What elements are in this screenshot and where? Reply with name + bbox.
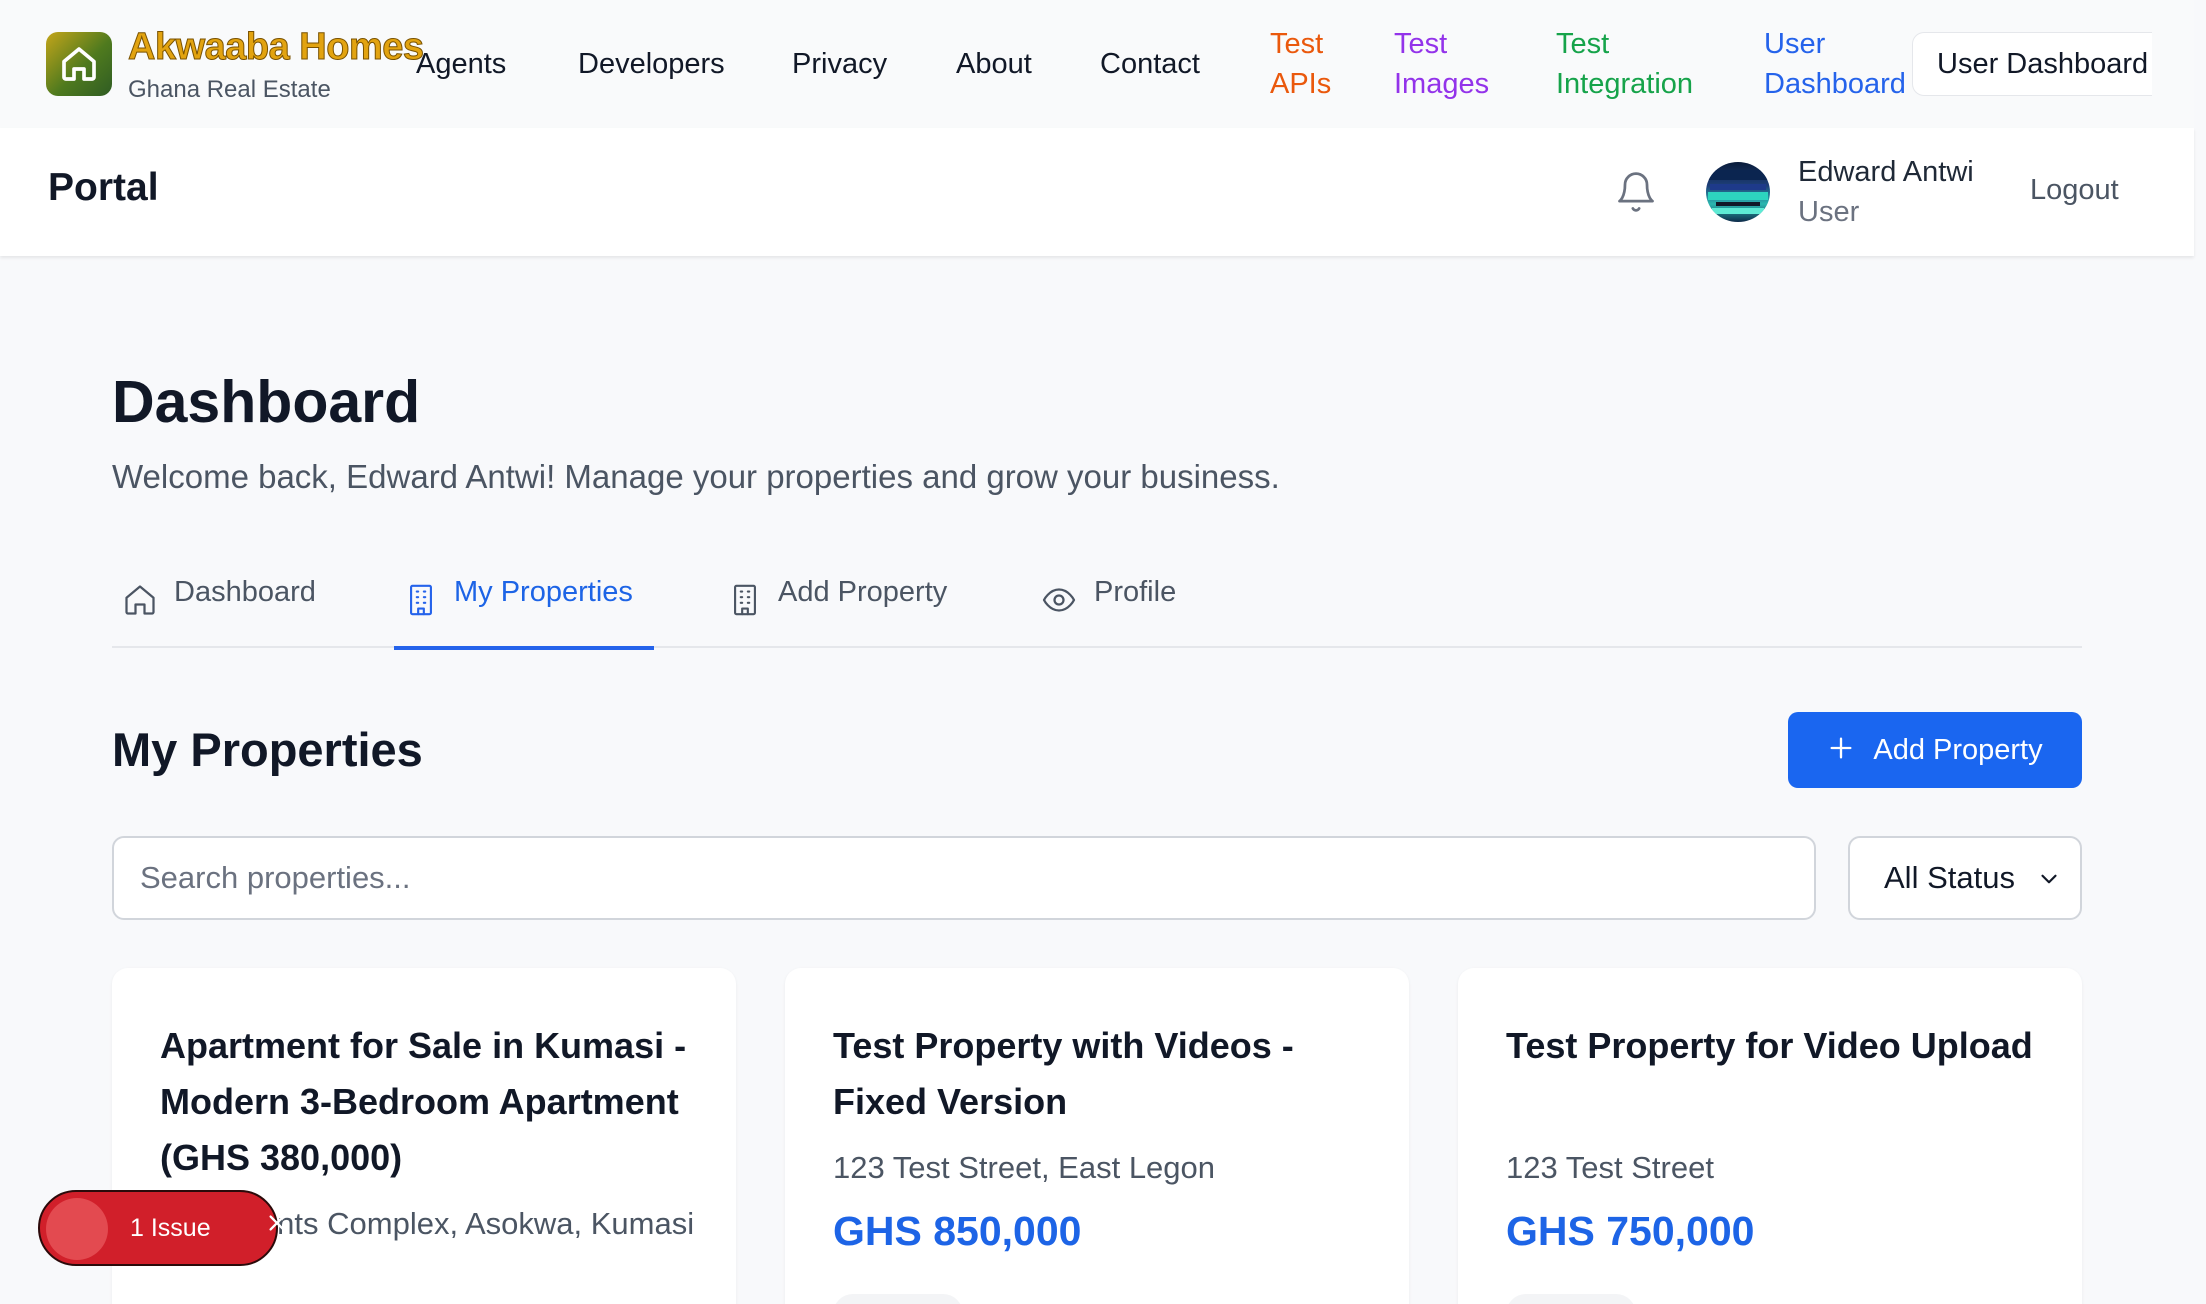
property-title[interactable]: Test Property for Video Upload [1506,1018,2046,1074]
nav-test-integration-line1: Test [1556,28,1610,60]
nav-developers[interactable]: Developers [578,44,725,84]
section-title: My Properties [112,723,423,776]
close-icon[interactable] [266,1210,288,1240]
tab-dashboard[interactable]: Dashboard [122,576,316,648]
eye-icon [1042,588,1076,612]
home-logo-icon[interactable] [46,32,112,96]
property-card[interactable]: Test Property with Videos - Fixed Versio… [785,968,1409,1304]
status-filter-select[interactable]: All Status [1848,836,2082,920]
nav-test-images-line2: Images [1394,68,1490,100]
nav-test-images[interactable]: Test Images [1394,24,1489,104]
user-name: Edward Antwi [1798,156,1974,188]
issue-badge[interactable]: 1 Issue [38,1190,285,1266]
tab-profile-label: Profile [1094,576,1177,608]
property-title[interactable]: Test Property with Videos - Fixed Versio… [833,1018,1373,1130]
property-card[interactable]: Test Property for Video Upload 123 Test … [1458,968,2082,1304]
nav-contact[interactable]: Contact [1100,44,1200,84]
top-navigation: Akwaaba Homes Ghana Real Estate Agents D… [0,0,2194,128]
nav-test-integration-line2: Integration [1556,68,1694,100]
nav-test-images-line1: Test [1394,28,1448,60]
page-title: Dashboard [112,369,421,435]
status-badge [833,1294,963,1304]
brand-tagline: Ghana Real Estate [128,76,331,103]
building-icon [734,584,756,616]
tab-bar: Dashboard My Properties Add Property Pro… [112,576,2082,650]
nav-test-integration[interactable]: Test Integration [1556,24,1693,104]
property-title[interactable]: Apartment for Sale in Kumasi - Modern 3-… [160,1018,700,1186]
issue-indicator [46,1198,108,1260]
nav-test-apis-line2: APIs [1270,68,1332,100]
add-property-button[interactable]: Add Property [1788,712,2082,788]
brand-name[interactable]: Akwaaba Homes [128,26,425,69]
bell-icon[interactable] [1614,168,1658,216]
nav-user-dashboard[interactable]: User Dashboard [1764,24,1906,104]
building-icon [410,584,432,616]
property-price: GHS 850,000 [833,1208,1082,1254]
tab-profile[interactable]: Profile [1040,576,1176,648]
tab-dashboard-label: Dashboard [174,576,316,608]
plus-icon [1827,731,1855,769]
page-subtitle: Welcome back, Edward Antwi! Manage your … [112,458,1280,495]
home-icon [125,585,155,615]
portal-header: Portal Edward Antwi User Logout [0,128,2194,256]
chevron-down-icon [2041,874,2057,884]
tab-add-property[interactable]: Add Property [728,576,947,648]
logout-button[interactable]: Logout [2030,174,2119,207]
tab-my-properties[interactable]: My Properties [394,576,654,650]
status-badge [1506,1294,1636,1304]
status-filter-value: All Status [1884,860,2015,895]
nav-test-apis-line1: Test [1270,28,1324,60]
nav-about[interactable]: About [956,44,1032,84]
property-price: GHS 750,000 [1506,1208,1755,1254]
portal-title: Portal [48,166,159,209]
nav-user-dashboard-line1: User [1764,28,1826,60]
user-dashboard-button[interactable]: User Dashboard [1912,32,2152,96]
issue-label: 1 Issue [130,1214,211,1242]
nav-user-dashboard-line2: Dashboard [1764,68,1906,100]
add-property-label: Add Property [1873,733,2043,766]
property-location: 123 Test Street [1506,1150,1714,1185]
search-input[interactable]: Search properties... [112,836,1816,920]
tab-my-properties-label: My Properties [454,576,633,608]
property-location: 123 Test Street, East Legon [833,1150,1216,1185]
avatar[interactable] [1706,162,1770,222]
nav-test-apis[interactable]: Test APIs [1270,24,1331,104]
nav-agents[interactable]: Agents [416,44,506,84]
tab-add-property-label: Add Property [778,576,948,608]
nav-privacy[interactable]: Privacy [792,44,887,84]
user-role: User [1798,196,1860,228]
